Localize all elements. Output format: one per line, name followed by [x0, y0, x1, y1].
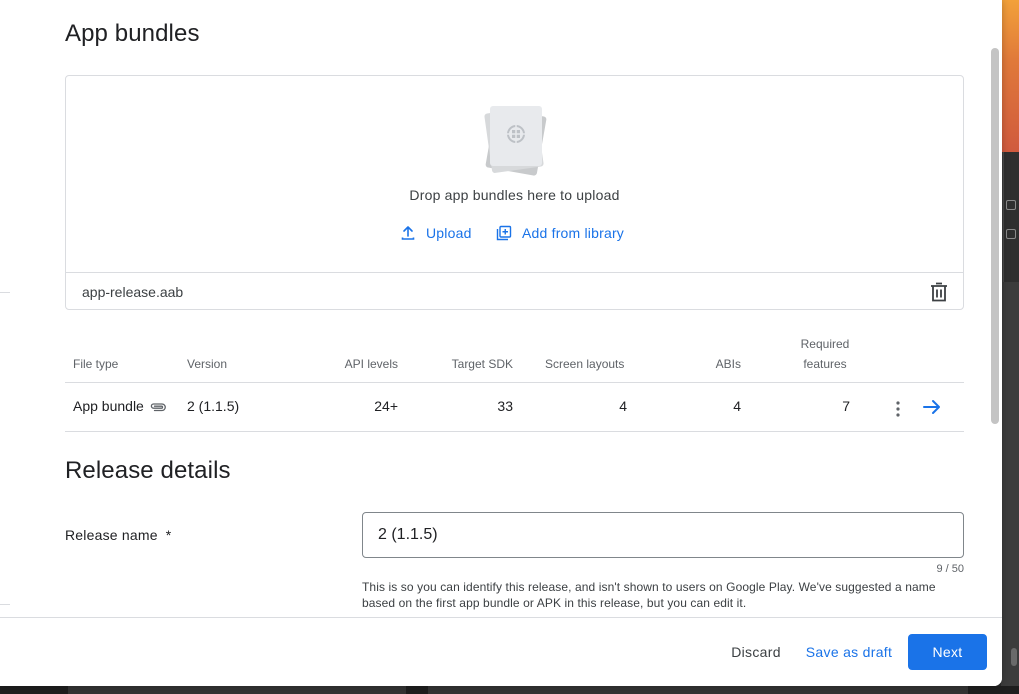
table-divider — [65, 382, 964, 383]
background-panel — [1003, 152, 1019, 282]
cell-required-features: 7 — [842, 398, 850, 414]
page-divider — [0, 292, 10, 293]
cell-file-type: App bundle — [73, 398, 166, 414]
add-from-library-label: Add from library — [522, 225, 625, 241]
col-header-screen-layouts: Screen layouts — [545, 357, 625, 371]
required-mark: * — [165, 527, 172, 543]
cell-version: 2 (1.1.5) — [187, 398, 240, 414]
col-header-version: Version — [187, 357, 228, 371]
create-release-dialog: App bundles Drop app bundles here to upl… — [0, 0, 1002, 686]
trash-icon[interactable] — [930, 282, 948, 302]
bundle-emblem-icon — [506, 124, 526, 144]
upload-button[interactable]: Upload — [400, 222, 472, 244]
uploaded-file-name: app-release.aab — [82, 284, 184, 300]
background-strip — [68, 686, 406, 694]
background-scrollbar — [1011, 648, 1017, 666]
col-header-target-sdk: Target SDK — [451, 357, 513, 371]
col-header-api-levels: API levels — [344, 357, 398, 371]
dialog-footer: Discard Save as draft Next — [0, 617, 1002, 686]
page-divider — [0, 604, 10, 605]
dialog-scrollbar[interactable] — [991, 48, 999, 424]
discard-button[interactable]: Discard — [724, 634, 788, 670]
release-name-input[interactable] — [362, 512, 964, 558]
library-add-icon — [496, 225, 512, 241]
character-counter: 9 / 50 — [936, 563, 964, 575]
arrow-right-icon[interactable] — [922, 399, 942, 415]
drop-instructions: Drop app bundles here to upload — [409, 187, 620, 203]
background-glyph — [1006, 229, 1016, 239]
add-from-library-button[interactable]: Add from library — [496, 222, 624, 244]
col-header-abis: ABIs — [715, 357, 741, 371]
release-name-helper-text: This is so you can identify this release… — [362, 580, 936, 610]
background-glyph — [1006, 200, 1016, 210]
table-divider — [65, 431, 964, 432]
background-window-accent — [1001, 0, 1019, 152]
more-vert-icon[interactable] — [895, 400, 901, 418]
cell-screen-layouts: 4 — [619, 398, 627, 414]
cell-api-levels: 24+ — [374, 398, 398, 414]
upload-button-label: Upload — [426, 225, 472, 241]
cell-abis: 4 — [733, 398, 741, 414]
release-details-title: Release details — [65, 457, 231, 484]
col-header-required-features: Required features — [800, 337, 850, 371]
dialog-scroll-area[interactable]: App bundles Drop app bundles here to upl… — [0, 0, 1002, 617]
release-name-label: Release name * — [65, 527, 172, 543]
paperclip-icon — [150, 403, 166, 412]
uploaded-file-row: app-release.aab — [66, 272, 963, 310]
save-as-draft-button[interactable]: Save as draft — [800, 634, 898, 670]
cell-target-sdk: 33 — [497, 398, 513, 414]
app-bundles-title: App bundles — [65, 20, 200, 47]
background-strip — [428, 686, 968, 694]
upload-dropzone[interactable]: Drop app bundles here to upload Upload A… — [65, 75, 964, 310]
app-bundle-stack-icon — [484, 104, 548, 177]
col-header-file-type: File type — [73, 357, 119, 371]
upload-icon — [401, 226, 415, 240]
next-button[interactable]: Next — [908, 634, 987, 670]
